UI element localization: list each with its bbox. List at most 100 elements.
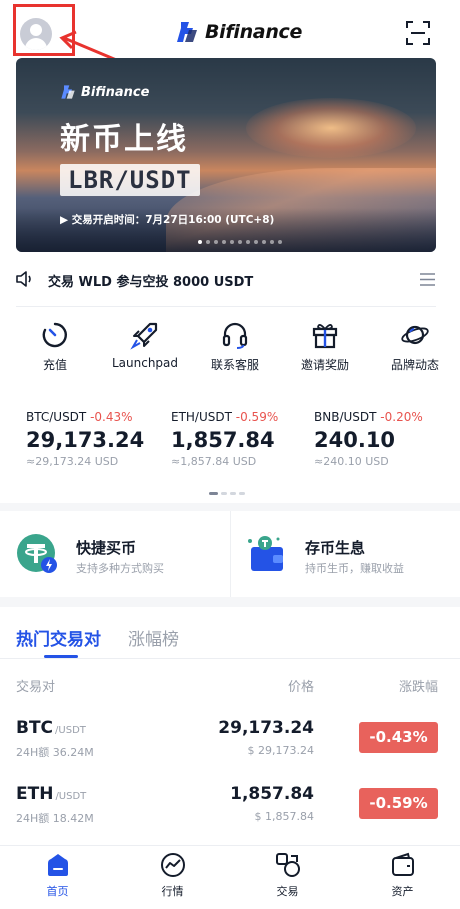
bottom-tab-bar: 首页 行情 交易 资产 xyxy=(0,845,460,909)
row-price: 29,173.24 xyxy=(218,718,314,738)
ticker-pair: BTC/USDT xyxy=(26,410,87,424)
ticker-pair-line: BTC/USDT -0.43% xyxy=(26,410,166,424)
tabbar-market[interactable]: 行情 xyxy=(115,846,230,909)
announcement-text: 交易 WLD 参与空投 8000 USDT xyxy=(48,275,254,290)
banner-brand-name: Bifinance xyxy=(81,84,150,100)
tabbar-trade[interactable]: 交易 xyxy=(230,846,345,909)
banner-brand-mark-icon xyxy=(61,85,75,99)
market-row[interactable]: BTC/USDT 24H额 36.24M 29,173.24 $ 29,173.… xyxy=(0,718,460,774)
assets-icon xyxy=(391,852,414,876)
ticker-eth[interactable]: ETH/USDT -0.59% 1,857.84 ≈1,857.84 USD xyxy=(171,410,311,468)
wallet-icon xyxy=(248,536,283,571)
quick-action-launchpad[interactable]: Launchpad xyxy=(104,320,186,380)
gift-icon xyxy=(312,324,338,349)
deposit-icon xyxy=(42,322,67,348)
row-change-badge[interactable]: -0.43% xyxy=(359,722,438,753)
market-row[interactable]: ETH/USDT 24H额 18.42M 1,857.84 $ 1,857.84… xyxy=(0,784,460,840)
row-quote: /USDT xyxy=(55,791,87,802)
ticker-change: -0.59% xyxy=(235,410,279,424)
quick-action-label: 邀请奖励 xyxy=(300,358,349,372)
banner-pager xyxy=(198,240,282,244)
row-quote: /USDT xyxy=(55,725,86,736)
card-title: 存币生息 xyxy=(305,539,366,557)
brand-mark-icon xyxy=(177,22,197,42)
row-usd-price: $ 1,857.84 xyxy=(254,810,314,823)
row-volume: 24H额 36.24M xyxy=(16,746,94,759)
avatar-shoulder xyxy=(25,38,47,50)
tether-icon xyxy=(17,534,57,573)
tab-hot-pairs[interactable]: 热门交易对 xyxy=(16,625,101,650)
ticker-change: -0.43% xyxy=(90,410,133,424)
row-volume: 24H额 18.42M xyxy=(16,812,94,825)
tabbar-label: 行情 xyxy=(161,885,184,898)
banner-sun xyxy=(246,98,416,158)
row-base: BTC xyxy=(16,718,54,738)
market-tabs: 热门交易对 涨幅榜 xyxy=(0,607,460,659)
user-avatar-icon[interactable] xyxy=(20,18,52,50)
quick-action-deposit[interactable]: 充值 xyxy=(14,320,96,380)
tab-gainers[interactable]: 涨幅榜 xyxy=(128,625,179,650)
brand-name: Bifinance xyxy=(205,21,303,43)
ticker-pair: ETH/USDT xyxy=(171,410,232,424)
rocket-icon xyxy=(130,322,158,350)
ticker-price: 240.10 xyxy=(314,428,396,452)
quick-action-label: 充值 xyxy=(42,358,67,372)
chart-icon xyxy=(160,853,185,877)
speaker-icon xyxy=(16,271,31,287)
tabbar-home[interactable]: 首页 xyxy=(0,846,115,909)
quick-action-label: 品牌动态 xyxy=(390,358,439,372)
ticker-pager xyxy=(209,492,245,495)
section-gap xyxy=(0,503,460,511)
card-staking[interactable]: 存币生息 持币生币，赚取收益 xyxy=(230,511,460,597)
ticker-carousel: BTC/USDT -0.43% 29,173.24 ≈29,173.24 USD… xyxy=(0,410,460,480)
feature-cards: 快捷买币 支持多种方式购买 存币生息 持币生币，赚取收益 xyxy=(0,511,460,597)
list-icon[interactable] xyxy=(420,273,435,286)
quick-action-support[interactable]: 联系客服 xyxy=(194,320,276,380)
banner-pair: LBR/USDT xyxy=(60,164,200,196)
scan-icon[interactable] xyxy=(405,20,431,46)
quick-action-invite[interactable]: 邀请奖励 xyxy=(284,320,366,380)
column-change: 涨跌幅 xyxy=(398,680,438,695)
ticker-pair: BNB/USDT xyxy=(314,410,377,424)
banner-logo: Bifinance xyxy=(60,84,149,100)
quick-action-label: 联系客服 xyxy=(210,358,259,372)
ticker-pair-line: BNB/USDT -0.20% xyxy=(314,410,454,424)
row-symbol: BTC/USDT xyxy=(16,718,86,738)
banner-time: ▶ 交易开启时间：7月27日16:00 (UTC+8) xyxy=(60,214,275,226)
ticker-btc[interactable]: BTC/USDT -0.43% 29,173.24 ≈29,173.24 USD xyxy=(26,410,166,468)
ticker-usd: ≈29,173.24 USD xyxy=(26,455,119,468)
ticker-pair-line: ETH/USDT -0.59% xyxy=(171,410,311,424)
section-gap xyxy=(0,597,460,607)
tabbar-label: 交易 xyxy=(276,885,299,898)
banner-title: 新币上线 xyxy=(60,122,188,157)
row-symbol: ETH/USDT xyxy=(16,784,86,804)
divider xyxy=(16,306,436,307)
card-quick-buy[interactable]: 快捷买币 支持多种方式购买 xyxy=(0,511,230,597)
ticker-usd: ≈240.10 USD xyxy=(314,455,389,468)
row-usd-price: $ 29,173.24 xyxy=(247,744,314,757)
quick-actions: 充值 Launchpad 联系客服 邀请奖励 品牌动态 xyxy=(0,320,460,380)
column-pair: 交易对 xyxy=(16,680,56,695)
card-subtitle: 支持多种方式购买 xyxy=(76,562,164,575)
active-tab-indicator xyxy=(44,655,78,658)
tabbar-label: 首页 xyxy=(46,885,69,898)
headset-icon xyxy=(222,322,248,349)
tabbar-assets[interactable]: 资产 xyxy=(345,846,460,909)
card-subtitle: 持币生币，赚取收益 xyxy=(305,562,404,575)
column-price: 价格 xyxy=(287,680,314,695)
row-change-badge[interactable]: -0.59% xyxy=(359,788,438,819)
trade-icon xyxy=(275,853,300,877)
promo-banner[interactable]: Bifinance 新币上线 LBR/USDT ▶ 交易开启时间：7月27日16… xyxy=(16,58,436,252)
avatar-head xyxy=(30,24,42,36)
market-column-header: 交易对 价格 涨跌幅 xyxy=(0,676,460,696)
brand-logo: Bifinance xyxy=(175,20,302,44)
quick-action-brand-news[interactable]: 品牌动态 xyxy=(374,320,456,380)
ticker-usd: ≈1,857.84 USD xyxy=(171,455,257,468)
ticker-price: 1,857.84 xyxy=(171,428,275,452)
tabbar-label: 资产 xyxy=(391,885,414,898)
ticker-change: -0.20% xyxy=(380,410,423,424)
row-base: ETH xyxy=(16,784,54,804)
ticker-bnb[interactable]: BNB/USDT -0.20% 240.10 ≈240.10 USD xyxy=(314,410,454,468)
announcement-bar[interactable]: 交易 WLD 参与空投 8000 USDT xyxy=(0,262,460,296)
app-header: Bifinance xyxy=(0,0,460,92)
